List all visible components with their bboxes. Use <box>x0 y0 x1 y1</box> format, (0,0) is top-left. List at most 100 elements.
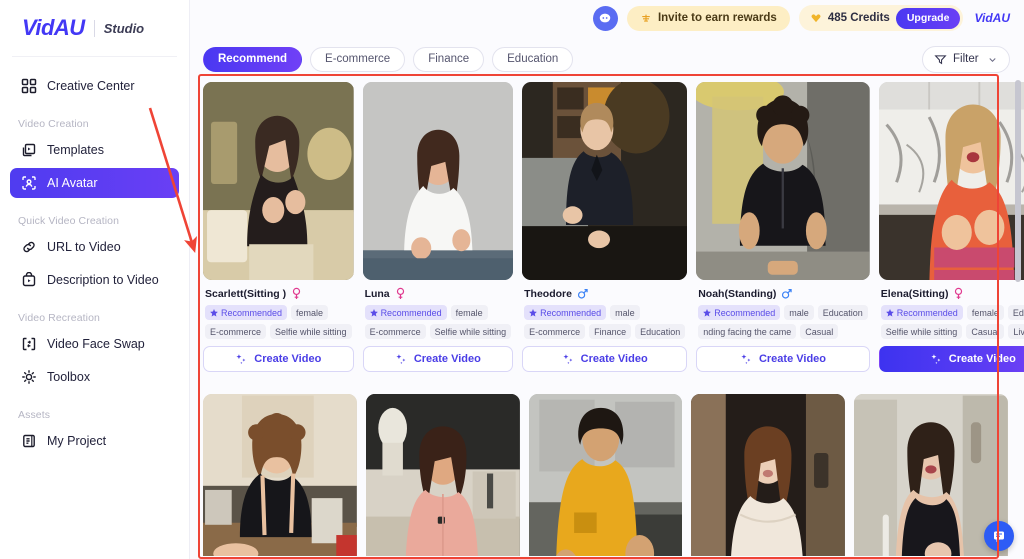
studio-label: Studio <box>103 20 145 36</box>
app-root: VidAU Studio Creative Center Video Creat… <box>0 0 1024 559</box>
avatar-tags-row-2: E-commerce Selfie while sitting <box>364 324 512 339</box>
create-video-label: Create Video <box>580 353 648 365</box>
upgrade-button[interactable]: Upgrade <box>895 7 961 29</box>
sidebar-divider <box>12 56 177 57</box>
create-video-button[interactable]: Create Video <box>203 346 354 372</box>
recommended-badge: Recommended <box>364 305 447 320</box>
create-video-label: Create Video <box>413 353 481 365</box>
brand-logo-area[interactable]: VidAU Studio <box>0 0 189 56</box>
avatar-card[interactable] <box>691 394 846 556</box>
avatar-thumbnail[interactable] <box>203 394 357 556</box>
avatar-tag: Education <box>635 324 686 339</box>
sidebar-item-description-to-video[interactable]: Description to Video <box>10 265 179 295</box>
create-video-button[interactable]: Create Video <box>522 346 688 372</box>
avatar-card[interactable]: Noah(Standing) Recommended male Educatio… <box>696 82 870 378</box>
chevron-down-icon <box>989 57 996 62</box>
create-video-button[interactable]: Create Video <box>878 346 1024 372</box>
scrollbar-thumb[interactable] <box>1015 80 1021 282</box>
avatar-thumbnail[interactable] <box>696 82 870 280</box>
chat-support-button[interactable] <box>984 521 1014 551</box>
avatar-name-row: Elena(Sitting) <box>881 287 1024 300</box>
recommended-badge: Recommended <box>698 305 781 320</box>
invite-to-earn-rewards-button[interactable]: Invite to earn rewards <box>626 5 790 31</box>
avatar-tag: Casual <box>800 324 839 339</box>
avatar-tags-row-1: Recommended male Education <box>698 305 868 320</box>
sidebar-item-video-face-swap[interactable]: Video Face Swap <box>10 329 179 359</box>
tab-e-commerce[interactable]: E-commerce <box>310 46 406 72</box>
avatar-thumbnail[interactable] <box>522 82 688 280</box>
avatar-thumbnail[interactable] <box>528 394 683 556</box>
sidebar-group-quick-video-creation: Quick Video Creation <box>18 215 120 227</box>
tab-finance[interactable]: Finance <box>413 46 485 72</box>
create-video-button[interactable]: Create Video <box>696 346 870 372</box>
avatar-card[interactable]: Elena(Sitting) Recommended female Educat… <box>878 82 1024 378</box>
star-icon <box>210 308 218 317</box>
chat-bubble-icon <box>994 531 1004 543</box>
avatar-name-row: Scarlett(Sitting ) <box>205 287 352 300</box>
sidebar-item-url-to-video[interactable]: URL to Video <box>10 232 179 262</box>
female-icon <box>396 287 404 299</box>
avatar-tags-row-2: nding facing the came Casual <box>698 324 868 339</box>
avatar-tag: E-commerce <box>524 324 586 339</box>
avatar-tag: Selfie while sitting <box>429 324 512 339</box>
avatar-card[interactable]: Theodore Recommended male E-commerce Fin… <box>522 82 688 378</box>
filter-icon <box>934 54 947 64</box>
templates-icon <box>21 142 37 158</box>
star-icon <box>703 308 712 317</box>
avatar-card[interactable] <box>203 394 357 556</box>
male-icon <box>577 289 588 299</box>
tab-recommend[interactable]: Recommend <box>203 46 303 72</box>
avatar-thumbnail[interactable] <box>878 82 1024 280</box>
create-video-button[interactable]: Create Video <box>362 346 514 372</box>
tab-row: Recommend E-commerce Finance Education F… <box>190 36 1024 78</box>
male-icon <box>782 289 793 299</box>
avatar-card[interactable]: Scarlett(Sitting ) Recommended female E-… <box>203 82 354 378</box>
avatar-name: Scarlett(Sitting ) <box>205 287 287 300</box>
sidebar-item-label: Video Face Swap <box>47 337 145 351</box>
avatar-thumbnail[interactable] <box>203 82 354 280</box>
avatar-card[interactable] <box>528 394 683 556</box>
sparkle-icon <box>396 354 406 364</box>
sidebar-item-my-project[interactable]: My Project <box>10 426 179 456</box>
star-icon <box>529 308 537 317</box>
sidebar-item-label: URL to Video <box>47 240 121 254</box>
avatar-grid-row-1: Scarlett(Sitting ) Recommended female E-… <box>203 82 1024 378</box>
sidebar-item-ai-avatar[interactable]: AI Avatar <box>10 168 179 198</box>
vidau-mini-logo[interactable]: VidAU <box>972 11 1010 25</box>
main-content: Invite to earn rewards 485 Credits Upgra… <box>190 0 1024 559</box>
vidau-logo: VidAU <box>22 15 85 40</box>
avatar-card[interactable] <box>365 394 520 556</box>
description-icon <box>21 271 37 288</box>
sidebar-item-templates[interactable]: Templates <box>10 135 179 165</box>
avatar-name: Luna <box>364 287 390 300</box>
avatar-thumbnail[interactable] <box>362 82 514 280</box>
avatar-tags-row-2: E-commerce Finance Education <box>524 324 686 339</box>
avatar-card[interactable]: Luna Recommended female E-commerce Selfi… <box>362 82 514 378</box>
sparkle-icon <box>563 354 572 364</box>
avatar-name-row: Noah(Standing) <box>698 287 868 300</box>
create-video-label: Create Video <box>758 353 827 365</box>
avatar-name: Elena(Sitting) <box>880 287 949 300</box>
avatar-tag: female <box>966 305 1004 320</box>
avatar-name: Noah(Standing) <box>698 287 777 300</box>
filter-button[interactable]: Filter <box>922 45 1010 73</box>
brand-divider <box>93 19 95 37</box>
avatar-tag: female <box>291 305 329 320</box>
sidebar-item-creative-center[interactable]: Creative Center <box>10 71 179 101</box>
sidebar-item-label: Toolbox <box>47 370 91 384</box>
tab-education[interactable]: Education <box>492 46 574 72</box>
sparkle-icon <box>931 354 941 364</box>
avatar-icon <box>21 175 37 191</box>
avatar-tag: Education <box>817 305 868 320</box>
avatar-tag: male <box>784 305 814 320</box>
avatar-thumbnail[interactable] <box>365 394 520 556</box>
sidebar-item-toolbox[interactable]: Toolbox <box>10 362 179 392</box>
avatar-tag: male <box>610 305 640 320</box>
avatar-tags-row-2: Selfie while sitting Casual Living room <box>880 324 1024 339</box>
avatar-tag: Selfie while sitting <box>270 324 352 339</box>
sparkle-icon <box>741 354 751 364</box>
avatar-thumbnail[interactable] <box>691 394 846 556</box>
discord-button[interactable] <box>592 5 618 31</box>
credits-display[interactable]: 485 Credits Upgrade <box>798 5 964 31</box>
female-icon <box>292 287 301 299</box>
